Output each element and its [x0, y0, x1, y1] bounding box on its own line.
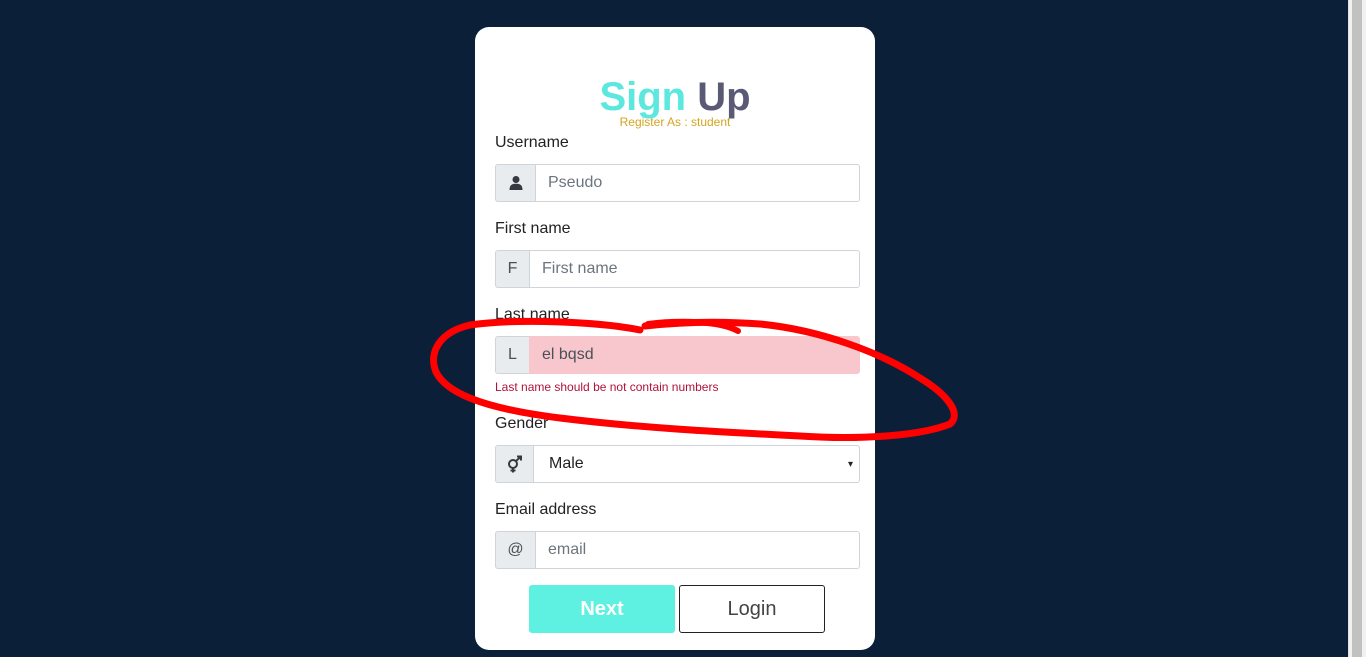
last-name-input[interactable] [529, 336, 860, 374]
gender-selected-value: Male [549, 455, 584, 472]
email-input[interactable] [535, 531, 860, 569]
title-sign: Sign [599, 75, 687, 119]
title-up: Up [697, 75, 751, 119]
email-addon: @ [495, 531, 535, 569]
username-label: Username [495, 134, 569, 151]
email-group: @ [495, 531, 860, 569]
first-name-input[interactable] [529, 250, 860, 288]
page-scrollbar[interactable] [1348, 0, 1366, 657]
login-button[interactable]: Login [679, 585, 825, 633]
email-label: Email address [495, 501, 597, 518]
gender-select[interactable]: Male ▾ [533, 445, 860, 483]
user-icon [495, 164, 535, 202]
scrollbar-thumb[interactable] [1352, 0, 1362, 657]
gender-icon [495, 445, 533, 483]
last-name-addon: L [495, 336, 529, 374]
username-group [495, 164, 860, 202]
register-as-text: Register As : student [619, 115, 731, 129]
first-name-group: F [495, 250, 860, 288]
next-button[interactable]: Next [529, 585, 675, 633]
username-input[interactable] [535, 164, 860, 202]
page-title: Sign Up [475, 75, 875, 119]
gender-label: Gender [495, 415, 549, 432]
first-name-label: First name [495, 220, 571, 237]
first-name-addon: F [495, 250, 529, 288]
last-name-error: Last name should be not contain numbers [495, 380, 719, 394]
last-name-label: Last name [495, 306, 570, 323]
chevron-down-icon: ▾ [847, 458, 853, 470]
gender-group: Male ▾ [495, 445, 860, 483]
signup-card: Sign Up Register As : student Username F… [475, 27, 875, 650]
last-name-group: L [495, 336, 860, 374]
